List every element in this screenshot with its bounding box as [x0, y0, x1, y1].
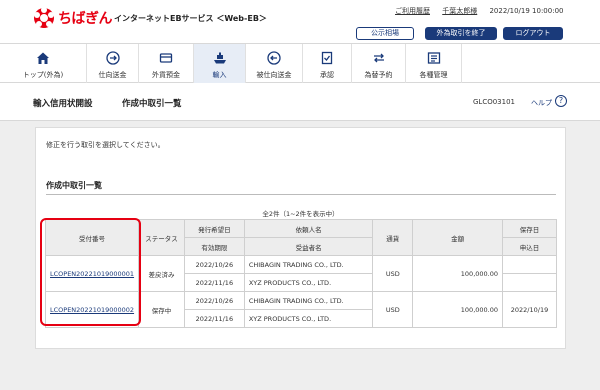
- nav-import[interactable]: 輸入: [194, 44, 246, 84]
- header-issue-date: 発行希望日: [183, 219, 245, 238]
- status-cell: 保存中: [138, 291, 185, 328]
- nav-incoming[interactable]: 被仕向送金: [246, 44, 303, 84]
- logout-button[interactable]: ログアウト: [503, 27, 563, 40]
- header-beneficiary: 受益者名: [243, 237, 374, 256]
- currency-cell: USD: [372, 255, 414, 292]
- nav-deposit[interactable]: 外貨預金: [139, 44, 194, 84]
- header-amount: 金額: [412, 219, 503, 256]
- utility-links: ご利用履歴 千葉太郎様 2022/10/19 10:00:00: [395, 6, 563, 16]
- chibagin-logo-icon: [34, 7, 54, 28]
- amount-cell: 100,000.00: [412, 291, 503, 328]
- remittance-icon: [105, 51, 120, 65]
- user-name-link[interactable]: 千葉太郎様: [442, 7, 477, 15]
- header-status: ステータス: [138, 219, 185, 256]
- currency-cell: USD: [372, 291, 414, 328]
- result-count: 全2件（1~2件を表示中）: [262, 210, 339, 218]
- beneficiary-cell: XYZ PRODUCTS CO., LTD.: [243, 309, 374, 328]
- nav-top[interactable]: トップ(外為): [0, 44, 87, 84]
- exchange-icon: [373, 53, 384, 63]
- header-expiry: 有効期限: [183, 237, 245, 256]
- end-fx-button[interactable]: 外為取引を終了: [425, 27, 497, 40]
- header-applied-date: 申込日: [502, 237, 557, 256]
- login-timestamp: 2022/10/19 10:00:00: [489, 7, 564, 15]
- expiry-cell: 2022/11/16: [183, 309, 245, 328]
- section-title: 作成中取引一覧: [46, 181, 102, 190]
- nav-fx-contract[interactable]: 為替予約: [352, 44, 406, 84]
- header-currency: 通貨: [372, 219, 414, 256]
- status-cell: 差戻済み: [138, 255, 185, 292]
- service-name: インターネットEBサービス ＜Web-EB＞: [114, 14, 267, 23]
- page-title-bar: 輸入信用状開設 作成中取引一覧 GLCO03101 ヘルプ ?: [0, 83, 600, 121]
- home-icon: [37, 52, 49, 64]
- main-nav: トップ(外為) 仕向送金 外貨預金 輸入 被仕向送金 承認 為替予約 各種管理: [0, 43, 600, 84]
- ship-icon: [213, 52, 226, 64]
- saved-date-cell: 2022/10/19: [502, 291, 557, 328]
- expiry-cell: 2022/11/16: [183, 273, 245, 292]
- issue-date-cell: 2022/10/26: [183, 255, 245, 274]
- deposit-icon: [159, 53, 173, 63]
- breadcrumb-lc-opening: 輸入信用状開設: [33, 99, 93, 109]
- header-saved-date: 保存日: [502, 219, 557, 238]
- amount-cell: 100,000.00: [412, 255, 503, 292]
- applicant-cell: CHIBAGIN TRADING CO., LTD.: [243, 291, 374, 310]
- approval-icon: [321, 51, 333, 65]
- beneficiary-cell: XYZ PRODUCTS CO., LTD.: [243, 273, 374, 292]
- nav-remittance[interactable]: 仕向送金: [87, 44, 139, 84]
- applied-date-cell: [502, 273, 557, 292]
- brand-logo-text: ちばぎん: [58, 11, 113, 27]
- page-title: 作成中取引一覧: [122, 99, 182, 109]
- issue-date-cell: 2022/10/26: [183, 291, 245, 310]
- applicant-cell: CHIBAGIN TRADING CO., LTD.: [243, 255, 374, 274]
- public-rates-button[interactable]: 公示相場: [356, 27, 414, 40]
- highlight-box: [40, 218, 141, 326]
- saved-date-cell: [502, 255, 557, 274]
- management-icon: [427, 52, 440, 64]
- screen-id: GLCO03101: [473, 98, 515, 106]
- header: ちばぎん インターネットEBサービス ＜Web-EB＞ ご利用履歴 千葉太郎様 …: [0, 0, 600, 43]
- header-applicant: 依頼人名: [243, 219, 374, 238]
- instruction-text: 修正を行う取引を選択してください。: [46, 141, 165, 149]
- section-divider: [46, 194, 556, 195]
- help-icon[interactable]: ?: [555, 95, 567, 107]
- help-link[interactable]: ヘルプ: [531, 98, 552, 108]
- incoming-icon: [267, 51, 281, 65]
- usage-history-link[interactable]: ご利用履歴: [395, 7, 430, 15]
- nav-management[interactable]: 各種管理: [406, 44, 462, 84]
- nav-approval[interactable]: 承認: [303, 44, 352, 84]
